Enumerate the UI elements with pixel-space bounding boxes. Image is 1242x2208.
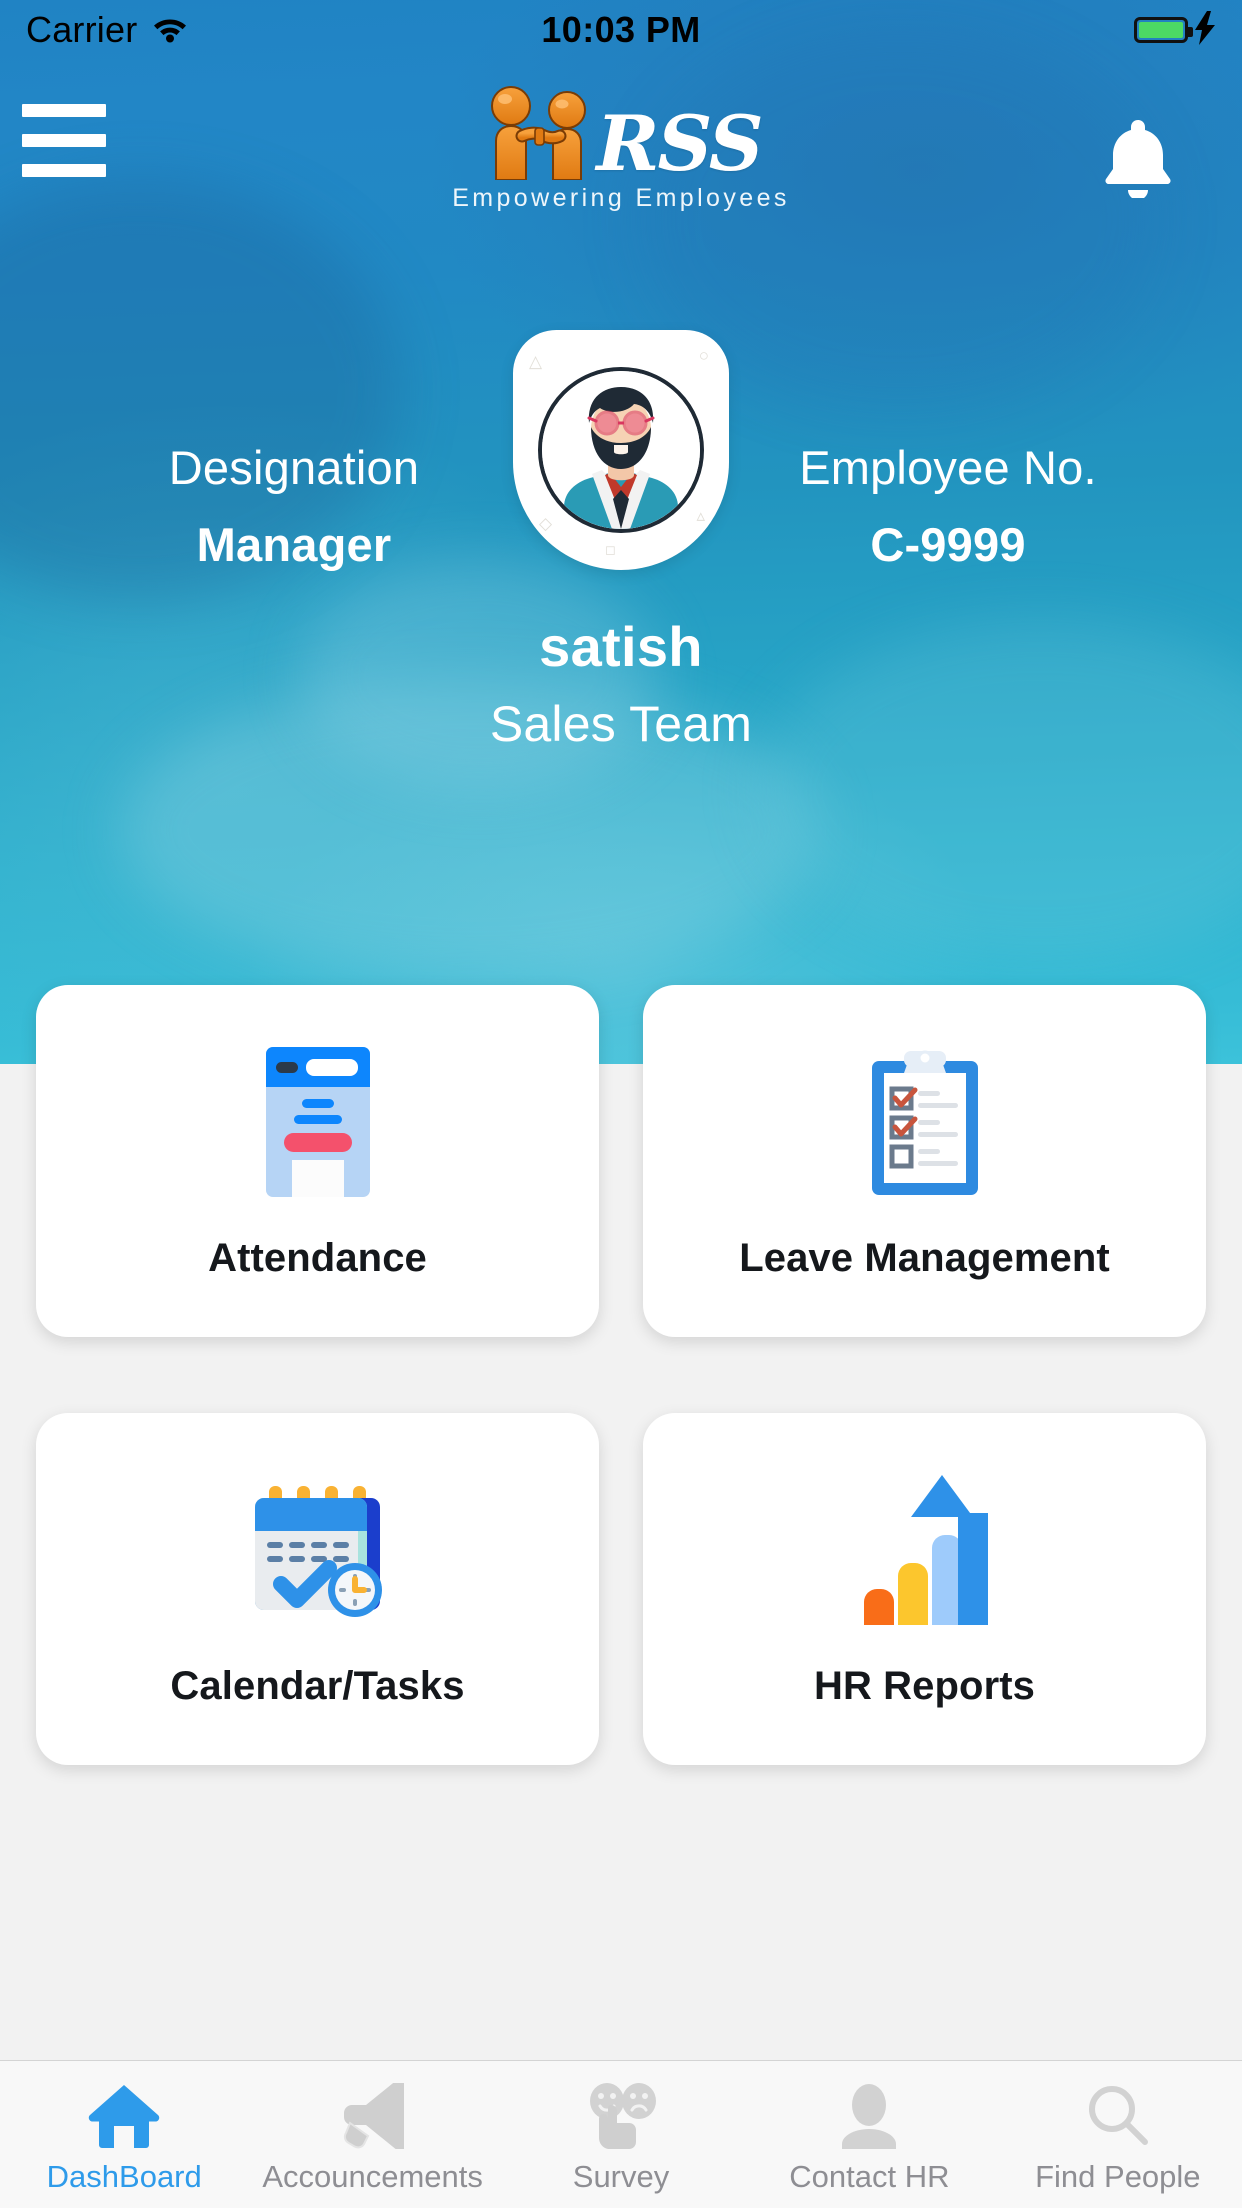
card-title: HR Reports xyxy=(813,1663,1036,1708)
logo-tagline: Empowering Employees xyxy=(452,184,790,212)
user-avatar-bearded-man xyxy=(538,367,704,533)
card-title: Leave Management xyxy=(739,1235,1110,1280)
tab-dashboard[interactable]: DashBoard xyxy=(0,2061,248,2208)
lightning-bolt-icon xyxy=(1194,10,1216,50)
tab-find-people[interactable]: Find People xyxy=(994,2061,1242,2208)
tab-label: DashBoard xyxy=(46,2159,202,2194)
app-logo: RSS Empowering Employees xyxy=(411,76,831,226)
tab-announcements[interactable]: Accouncements xyxy=(248,2061,496,2208)
profile-name: satish xyxy=(539,615,703,678)
card-title: Attendance xyxy=(208,1235,427,1280)
home-icon xyxy=(88,2077,160,2155)
card-calendar-tasks[interactable]: Calendar/Tasks xyxy=(36,1413,599,1765)
employee-no-label: Employee No. xyxy=(799,441,1097,494)
designation-block: Designation Manager xyxy=(99,330,489,572)
megaphone-icon xyxy=(334,2077,412,2155)
tab-contact-hr[interactable]: Contact HR xyxy=(745,2061,993,2208)
search-icon xyxy=(1085,2077,1151,2155)
employee-no-block: Employee No. C-9999 xyxy=(753,330,1143,572)
calendar-clock-icon xyxy=(245,1470,391,1630)
id-card-icon xyxy=(265,1042,370,1202)
profile-team: Sales Team xyxy=(489,696,753,752)
card-leave-management[interactable]: Leave Management xyxy=(643,985,1206,1337)
survey-faces-icon xyxy=(581,2077,661,2155)
status-bar-right xyxy=(1134,10,1216,50)
card-hr-reports[interactable]: HR Reports xyxy=(643,1413,1206,1765)
card-attendance[interactable]: Attendance xyxy=(36,985,599,1337)
tab-label: Accouncements xyxy=(262,2159,483,2194)
bottom-tab-bar: DashBoard Accouncements Survey Contact H… xyxy=(0,2060,1242,2208)
profile-section: Designation Manager △ ○ ◇ ▵ ◻ Employee N… xyxy=(0,330,1242,753)
clipboard-checklist-icon xyxy=(866,1042,984,1202)
card-title: Calendar/Tasks xyxy=(170,1663,465,1708)
person-icon xyxy=(838,2077,900,2155)
tab-label: Find People xyxy=(1035,2159,1201,2194)
handshake-logo-icon xyxy=(480,80,600,181)
designation-label: Designation xyxy=(168,441,420,494)
status-bar: Carrier 10:03 PM xyxy=(0,0,1242,60)
app-header: RSS Empowering Employees xyxy=(0,60,1242,240)
battery-icon xyxy=(1134,17,1193,43)
status-bar-time: 10:03 PM xyxy=(541,9,701,50)
tab-label: Survey xyxy=(572,2159,670,2194)
tab-label: Contact HR xyxy=(789,2159,950,2194)
tab-survey[interactable]: Survey xyxy=(497,2061,745,2208)
employee-no-value: C-9999 xyxy=(870,518,1026,571)
designation-value: Manager xyxy=(196,518,392,571)
avatar[interactable]: △ ○ ◇ ▵ ◻ xyxy=(513,330,729,570)
bell-icon[interactable] xyxy=(1096,112,1180,200)
logo-text: RSS xyxy=(596,98,763,188)
hamburger-menu-icon[interactable] xyxy=(18,100,110,180)
bar-chart-arrow-icon xyxy=(860,1470,990,1630)
dashboard-card-grid: Attendance Leave Management Calendar/Tas… xyxy=(0,985,1242,1765)
